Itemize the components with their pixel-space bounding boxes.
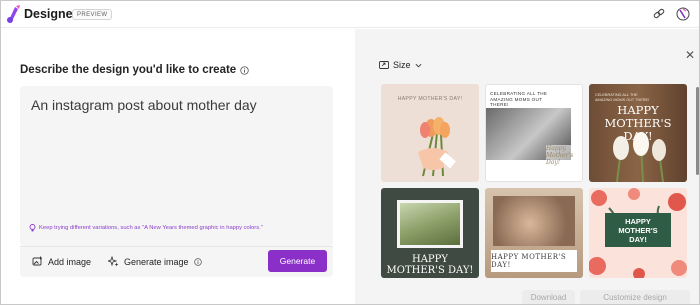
tulip-bouquet-image: [418, 117, 456, 177]
designer-window: Designer PREVIEW Describe the design you…: [0, 0, 700, 305]
card-headline: CELEBRATING ALL THE AMAZING MOMS OUT THE…: [490, 91, 548, 108]
generate-button[interactable]: Generate: [268, 250, 327, 272]
designs-pane: Size ✕ HAPPY MOTHER'S DAY! CELEBRATING A…: [355, 29, 699, 304]
prompt-actions: Add image Generate image Generate: [20, 246, 333, 277]
generate-image-button[interactable]: Generate image: [108, 256, 202, 267]
prompt-heading: Describe the design you'd like to create: [20, 64, 237, 76]
hugging-family-photo: [493, 196, 575, 246]
white-tulips-image: [613, 132, 666, 182]
design-card[interactable]: HAPPY MOTHER'S DAY!: [589, 188, 687, 278]
card-headline: HAPPY MOTHER'S DAY!: [397, 96, 463, 102]
design-card[interactable]: HAPPY MOTHER'S DAY!: [381, 84, 479, 182]
card-headline: HAPPY MOTHER'S DAY!: [491, 253, 567, 269]
lightbulb-icon: [29, 224, 36, 232]
customize-design-button[interactable]: Customize design: [580, 290, 690, 304]
generate-image-label: Generate image: [124, 256, 189, 267]
size-dropdown[interactable]: Size: [379, 60, 422, 70]
prompt-tip: Keep trying different variations, such a…: [29, 224, 263, 232]
chevron-down-icon: [415, 63, 421, 67]
design-card[interactable]: HAPPY MOTHER'S DAY!: [485, 188, 583, 278]
designer-logo-icon: [7, 5, 20, 23]
card-headline: HAPPY MOTHER'S DAY!: [386, 254, 474, 276]
app-name: Designer: [24, 7, 78, 21]
user-avatar-icon[interactable]: [676, 7, 690, 21]
prompt-input[interactable]: An instagram post about mother day Keep …: [20, 86, 333, 246]
add-image-label: Add image: [48, 256, 92, 267]
photo-frame: [397, 200, 463, 248]
prompt-input-value[interactable]: An instagram post about mother day: [31, 97, 257, 113]
title-bar: Designer PREVIEW: [1, 1, 699, 28]
link-icon[interactable]: [652, 7, 666, 21]
card-small-text: CELEBRATING ALL THE AMAZING MOMS OUT THE…: [595, 93, 650, 102]
scrollbar[interactable]: [696, 87, 699, 175]
design-card[interactable]: HAPPY MOTHER'S DAY!: [381, 188, 479, 278]
add-image-button[interactable]: Add image: [32, 256, 91, 267]
image-add-icon: [32, 256, 42, 266]
tip-text: Keep trying different variations, such a…: [39, 225, 263, 231]
design-card[interactable]: CELEBRATING ALL THE AMAZING MOMS OUT THE…: [589, 84, 687, 182]
info-icon[interactable]: [240, 65, 249, 75]
download-button[interactable]: Download: [522, 290, 575, 304]
prompt-pane: Describe the design you'd like to create…: [2, 29, 355, 304]
size-label: Size: [393, 60, 411, 70]
card-headline: HAPPY MOTHER'S DAY!: [618, 216, 658, 244]
sparkle-icon: [108, 256, 119, 267]
close-icon[interactable]: ✕: [685, 48, 695, 62]
resize-icon: [379, 61, 389, 69]
info-icon[interactable]: [193, 257, 202, 266]
preview-badge: PREVIEW: [72, 9, 113, 20]
card-script-text: Happy Mother's Day!: [546, 145, 582, 166]
design-card[interactable]: CELEBRATING ALL THE AMAZING MOMS OUT THE…: [485, 84, 583, 182]
card-banner: HAPPY MOTHER'S DAY!: [491, 250, 577, 272]
card-banner: HAPPY MOTHER'S DAY!: [605, 213, 671, 247]
prompt-heading-row: Describe the design you'd like to create: [20, 64, 249, 76]
